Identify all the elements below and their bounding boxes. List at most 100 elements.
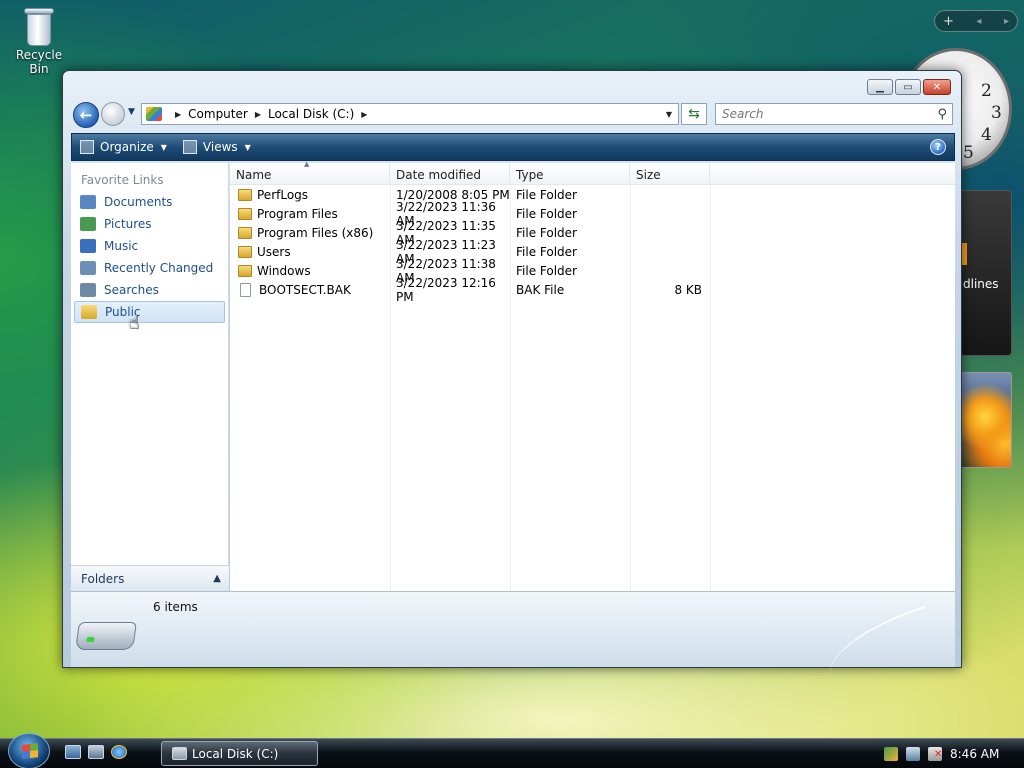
chevron-up-icon: ▲	[213, 573, 221, 584]
clock-number: 2	[981, 81, 992, 101]
switch-windows-icon[interactable]	[88, 745, 104, 759]
help-button[interactable]: ?	[930, 139, 946, 155]
slideshow-gadget[interactable]	[960, 372, 1012, 468]
file-type: BAK File	[516, 282, 565, 297]
taskbar-button-local-disk[interactable]: Local Disk (C:)	[161, 741, 318, 766]
hard-drive-icon	[75, 622, 137, 650]
back-button[interactable]: ←	[73, 102, 99, 128]
sidebar-item-label: Searches	[104, 283, 159, 297]
breadcrumb-separator-icon[interactable]: ▶	[255, 110, 261, 119]
file-icon	[240, 282, 251, 297]
file-type: File Folder	[516, 187, 577, 202]
pictures-icon	[80, 217, 96, 231]
column-divider	[710, 185, 711, 591]
folder-icon	[238, 245, 252, 258]
volume-muted-icon[interactable]: ✕	[928, 746, 942, 761]
file-name: Users	[257, 244, 291, 259]
navigation-pane: Favorite Links Documents Pictures Music …	[71, 163, 229, 591]
clock-number: 5	[963, 143, 974, 163]
file-date: 3/22/2023 12:16 PM	[396, 275, 496, 304]
taskbar-button-label: Local Disk (C:)	[192, 746, 279, 761]
organize-icon	[80, 140, 94, 154]
music-icon	[80, 239, 96, 253]
search-icon[interactable]: ⚲	[937, 107, 947, 122]
file-list: ▲ Name Date modified Type Size PerfLogs …	[230, 160, 955, 591]
gadget-next-icon[interactable]: ▸	[1004, 16, 1009, 27]
sidebar-gadget-controls[interactable]: + ◂ ▸	[934, 10, 1018, 32]
sort-ascending-icon: ▲	[304, 160, 310, 168]
sidebar-item-music[interactable]: Music	[74, 235, 225, 257]
back-arrow-icon: ←	[79, 106, 93, 124]
file-row[interactable]: BOOTSECT.BAK 3/22/2023 12:16 PM BAK File…	[230, 276, 710, 304]
column-headers: ▲ Name Date modified Type Size	[230, 160, 955, 185]
column-header-type[interactable]: Type	[510, 163, 630, 184]
file-type: File Folder	[516, 244, 577, 259]
breadcrumb-local-disk[interactable]: Local Disk (C:)	[268, 107, 354, 121]
file-size: 8 KB	[674, 282, 702, 297]
network-icon[interactable]	[906, 746, 920, 761]
computer-icon	[146, 107, 162, 121]
item-count: 6 items	[153, 600, 198, 614]
sidebar-item-public[interactable]: Public	[74, 301, 225, 323]
sidebar-item-label: Documents	[104, 195, 173, 209]
column-header-name[interactable]: ▲ Name	[230, 160, 390, 184]
start-button[interactable]	[8, 733, 50, 768]
organize-label: Organize	[100, 140, 154, 154]
folders-label: Folders	[81, 571, 125, 586]
folder-icon	[238, 226, 252, 239]
breadcrumb-separator-icon[interactable]: ▶	[175, 110, 181, 119]
views-dropdown-icon: ▼	[244, 142, 251, 152]
forward-button[interactable]	[101, 102, 125, 126]
file-name: PerfLogs	[257, 187, 309, 202]
sidebar-item-label: Recently Changed	[104, 261, 214, 275]
views-icon	[182, 140, 197, 154]
recycle-bin-icon	[24, 4, 54, 46]
feed-headlines-text: dlines	[963, 277, 999, 291]
windows-logo-icon	[22, 743, 38, 759]
search-input[interactable]	[722, 107, 922, 121]
file-rows: PerfLogs 1/20/2008 8:05 PM File Folder P…	[230, 185, 710, 304]
details-pane: 6 items	[71, 591, 955, 675]
sidebar-item-recently-changed[interactable]: Recently Changed	[74, 257, 225, 279]
column-header-label: Type	[516, 168, 544, 182]
file-name: Program Files	[257, 206, 338, 221]
navigation-bar: ← ▼ ▶ Computer ▶ Local Disk (C:) ▶ ▼ ⇆ ⚲	[71, 101, 955, 128]
show-desktop-icon[interactable]	[65, 745, 81, 759]
maximize-button[interactable]: ▭	[895, 79, 921, 95]
gadget-prev-icon[interactable]: ◂	[976, 16, 981, 27]
folders-toggle[interactable]: Folders ▲	[71, 565, 229, 591]
recent-pages-dropdown[interactable]: ▼	[128, 107, 135, 117]
sidebar-item-searches[interactable]: Searches	[74, 279, 225, 301]
feed-headlines-gadget[interactable]: dlines	[960, 190, 1012, 356]
command-bar: Organize ▼ Views ▼ ?	[71, 133, 955, 161]
breadcrumb-computer[interactable]: Computer	[188, 107, 248, 121]
drive-icon	[172, 747, 187, 760]
recycle-bin-desktop-icon[interactable]: Recycle Bin	[6, 2, 72, 76]
file-name: Windows	[257, 263, 311, 278]
add-gadget-icon[interactable]: +	[943, 14, 954, 29]
organize-button[interactable]: Organize ▼	[72, 134, 175, 160]
views-button[interactable]: Views ▼	[175, 134, 259, 160]
column-header-size[interactable]: Size	[630, 163, 710, 184]
refresh-button[interactable]: ⇆	[681, 103, 707, 125]
sidebar-item-pictures[interactable]: Pictures	[74, 213, 225, 235]
file-name: Program Files (x86)	[257, 225, 374, 240]
close-button[interactable]: ✕	[923, 79, 951, 95]
address-dropdown-icon[interactable]: ▼	[660, 110, 678, 119]
windows-update-icon[interactable]	[884, 746, 898, 761]
search-box[interactable]: ⚲	[715, 103, 953, 125]
address-bar[interactable]: ▶ Computer ▶ Local Disk (C:) ▶ ▼	[141, 103, 679, 125]
minimize-button[interactable]: ▁	[867, 79, 893, 95]
internet-explorer-icon[interactable]	[111, 745, 127, 759]
views-label: Views	[202, 140, 238, 154]
favorite-links-header: Favorite Links	[81, 173, 164, 187]
sidebar-item-label: Music	[104, 239, 139, 253]
clock-number: 3	[991, 103, 1002, 123]
sidebar-item-documents[interactable]: Documents	[74, 191, 225, 213]
breadcrumb-separator-icon[interactable]: ▶	[361, 110, 367, 119]
organize-dropdown-icon: ▼	[160, 142, 167, 152]
column-header-date-modified[interactable]: Date modified	[390, 163, 510, 184]
explorer-window: ▁ ▭ ✕ ← ▼ ▶ Computer ▶ Local Disk (C:) ▶…	[62, 70, 962, 675]
tray-clock[interactable]: 8:46 AM	[950, 747, 999, 761]
column-header-label: Name	[236, 168, 272, 182]
